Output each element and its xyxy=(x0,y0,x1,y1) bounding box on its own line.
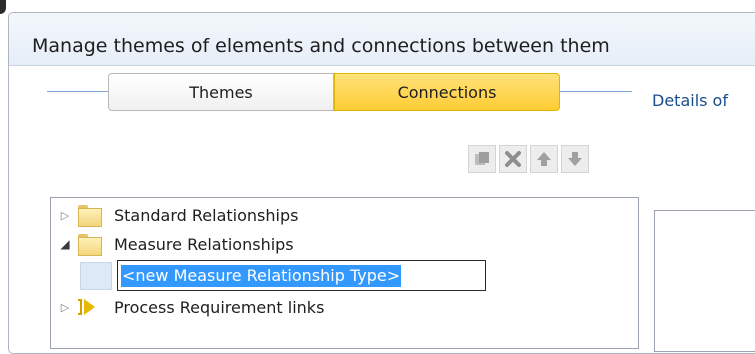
new-item-edit-row: <new Measure Relationship Type> xyxy=(80,260,486,291)
expand-icon[interactable]: ▷ xyxy=(57,301,73,314)
tree-toolbar xyxy=(468,145,589,173)
title-bar: Manage themes of elements and connection… xyxy=(9,13,755,66)
rename-input[interactable]: <new Measure Relationship Type> xyxy=(117,260,486,291)
details-panel xyxy=(654,210,755,352)
tree-item-label: Process Requirement links xyxy=(114,297,325,317)
details-label: Details of xyxy=(652,91,728,110)
collapse-icon[interactable]: ◢ xyxy=(57,237,73,251)
tab-divider-right xyxy=(560,91,632,92)
selected-text: <new Measure Relationship Type> xyxy=(121,264,402,287)
copy-icon xyxy=(475,152,489,165)
tab-themes[interactable]: Themes xyxy=(108,73,334,111)
window-title: Manage themes of elements and connection… xyxy=(32,35,610,57)
tree-item-measure-relationships[interactable]: ◢ Measure Relationships xyxy=(51,230,638,258)
tab-divider-left xyxy=(47,91,108,92)
move-down-button[interactable] xyxy=(561,145,589,173)
tree-item-label: Standard Relationships xyxy=(114,205,299,225)
relationship-type-icon xyxy=(80,261,112,290)
tab-strip: Themes Connections xyxy=(108,73,560,111)
tree-item-label: Measure Relationships xyxy=(114,234,294,254)
delete-button[interactable] xyxy=(499,145,527,173)
folder-icon xyxy=(78,203,102,227)
tab-connections[interactable]: Connections xyxy=(334,73,560,111)
folder-icon xyxy=(78,232,102,256)
tree-item-process-requirement-links[interactable]: ▷ Process Requirement links xyxy=(51,293,638,321)
move-up-button[interactable] xyxy=(530,145,558,173)
window-corner xyxy=(0,0,6,14)
move-down-icon xyxy=(568,152,582,166)
copy-button[interactable] xyxy=(468,145,496,173)
tree-item-standard-relationships[interactable]: ▷ Standard Relationships xyxy=(51,201,638,229)
delete-icon xyxy=(505,151,521,167)
move-up-icon xyxy=(537,152,551,166)
process-link-icon xyxy=(78,299,102,315)
expand-icon[interactable]: ▷ xyxy=(57,209,73,222)
